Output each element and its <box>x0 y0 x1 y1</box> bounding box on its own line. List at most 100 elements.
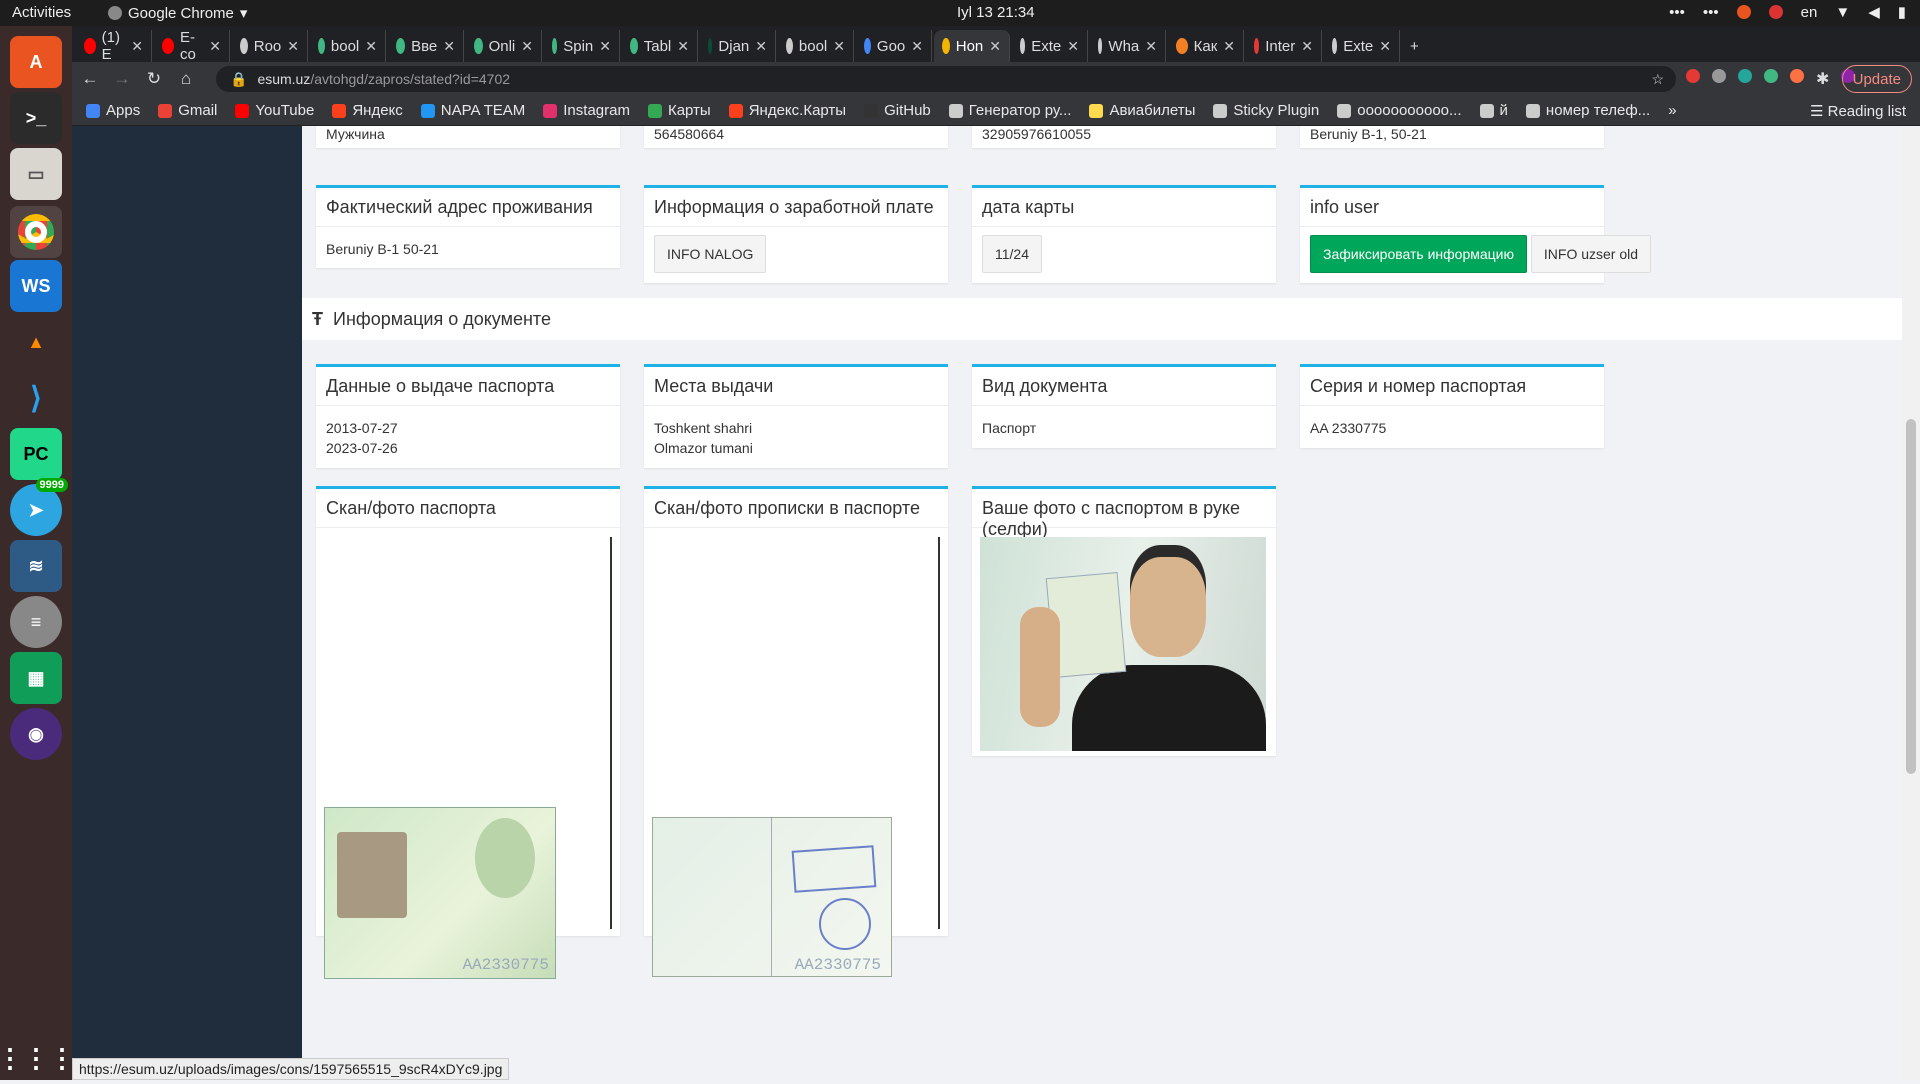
browser-tab[interactable]: Onli ✕ <box>466 30 542 62</box>
more-icon-2[interactable]: ••• <box>1703 4 1719 21</box>
software-center-icon[interactable]: A <box>10 36 62 88</box>
clock[interactable]: Iyl 13 21:34 <box>957 4 1035 21</box>
close-icon[interactable]: ✕ <box>1067 38 1079 55</box>
bookmark-item[interactable]: Генератор ру... <box>948 102 1071 119</box>
bookmark-item[interactable]: Instagram <box>543 102 630 119</box>
close-icon[interactable]: ✕ <box>1301 38 1313 55</box>
pycharm-icon[interactable]: PC <box>10 428 62 480</box>
propiska-scan-image[interactable]: AA2330775 <box>652 537 940 977</box>
wifi-icon[interactable]: ▼ <box>1835 4 1850 21</box>
close-icon[interactable]: ✕ <box>365 38 377 55</box>
fix-info-button[interactable]: Зафиксировать информацию <box>1310 235 1528 273</box>
telegram-icon[interactable]: ➤ 9999 <box>10 478 68 536</box>
close-icon[interactable]: ✕ <box>677 38 689 55</box>
bookmark-item[interactable]: номер телеф... <box>1525 102 1650 119</box>
browser-tab[interactable]: Exte ✕ <box>1324 30 1400 62</box>
reading-list-button[interactable]: ☰ Reading list <box>1810 102 1906 120</box>
page-scrollbar[interactable] <box>1902 126 1920 1080</box>
browser-tab[interactable]: E-co ✕ <box>154 29 230 63</box>
bookmark-item[interactable]: й <box>1479 102 1508 119</box>
language-indicator[interactable]: en <box>1801 4 1818 21</box>
extension-icon-c[interactable] <box>1790 69 1804 83</box>
browser-tab[interactable]: Tabl ✕ <box>622 30 698 62</box>
browser-tab[interactable]: bool ✕ <box>778 30 854 62</box>
update-button[interactable]: Update <box>1841 65 1912 93</box>
close-icon[interactable]: ✕ <box>989 38 1001 55</box>
extension-icon-b[interactable] <box>1738 69 1752 83</box>
app-menu[interactable]: Google Chrome ▾ <box>108 4 247 22</box>
bookmark-item[interactable]: Gmail <box>158 102 217 119</box>
close-icon[interactable]: ✕ <box>911 38 923 55</box>
bookmark-item[interactable]: Яндекс.Карты <box>728 102 846 119</box>
forward-icon[interactable]: → <box>108 65 136 93</box>
browser-tab[interactable]: (1) E ✕ <box>76 29 152 63</box>
show-apps-icon[interactable]: ⋮⋮⋮ <box>0 1032 75 1084</box>
more-icon[interactable]: ••• <box>1669 4 1685 21</box>
close-icon[interactable]: ✕ <box>599 38 611 55</box>
close-icon[interactable]: ✕ <box>131 38 143 55</box>
adblock-icon[interactable] <box>1686 69 1700 83</box>
star-icon[interactable]: ☆ <box>1651 71 1664 88</box>
home-icon[interactable]: ⌂ <box>172 65 200 93</box>
browser-tab[interactable]: Hon ✕ <box>934 30 1010 62</box>
database-icon[interactable]: ≡ <box>10 596 62 648</box>
close-icon[interactable]: ✕ <box>443 38 455 55</box>
bookmarks-overflow-icon[interactable]: » <box>1668 102 1676 119</box>
browser-tab[interactable]: Inter ✕ <box>1246 30 1322 62</box>
browser-tab[interactable]: Spin ✕ <box>544 30 620 62</box>
webstorm-icon[interactable]: WS <box>10 260 62 312</box>
bookmark-item[interactable]: GitHub <box>864 102 931 119</box>
extension-tray-icon[interactable] <box>1736 5 1751 19</box>
close-icon[interactable]: ✕ <box>755 38 767 55</box>
browser-tab[interactable]: Wha ✕ <box>1090 30 1166 62</box>
info-user-old-button[interactable]: INFO uzser old <box>1530 235 1652 273</box>
vlc-icon[interactable]: ▲ <box>10 316 62 368</box>
bookmark-item[interactable]: Sticky Plugin <box>1213 102 1319 119</box>
chrome-tray-icon[interactable] <box>1768 5 1783 19</box>
bookmark-item[interactable]: NAPA TEAM <box>420 102 525 119</box>
browser-tab[interactable]: Вве ✕ <box>388 30 464 62</box>
close-icon[interactable]: ✕ <box>1379 38 1391 55</box>
files-icon[interactable]: ▭ <box>10 148 62 200</box>
battery-icon[interactable]: ▮ <box>1898 3 1906 21</box>
browser-tab[interactable]: Djan ✕ <box>700 30 776 62</box>
browser-tab[interactable]: Как ✕ <box>1168 30 1244 62</box>
bookmark-item[interactable]: YouTube <box>235 102 314 119</box>
vscode-icon[interactable]: ⟩ <box>10 372 62 424</box>
browser-tab[interactable]: bool ✕ <box>310 30 386 62</box>
omnibox[interactable]: 🔒 esum.uz/avtohgd/zapros/stated?id=4702 … <box>216 66 1676 92</box>
tor-browser-icon[interactable]: ◉ <box>10 708 62 760</box>
activities-button[interactable]: Activities <box>12 4 71 21</box>
spreadsheet-icon[interactable]: ▦ <box>10 652 62 704</box>
passport-scan-image[interactable]: AA2330775 <box>324 537 612 979</box>
close-icon[interactable]: ✕ <box>1223 38 1235 55</box>
new-tab-button[interactable]: + <box>1402 30 1427 62</box>
scrollbar-thumb[interactable] <box>1906 419 1916 774</box>
chrome-dock-icon[interactable] <box>10 206 62 258</box>
back-icon[interactable]: ← <box>76 65 104 93</box>
terminal-icon[interactable]: >_ <box>10 92 62 144</box>
reload-icon[interactable]: ↻ <box>140 65 168 93</box>
card-date-value[interactable]: 11/24 <box>982 235 1042 273</box>
bookmark-item[interactable]: ooooooooooo... <box>1337 102 1462 119</box>
extension-icon-a[interactable] <box>1712 69 1726 83</box>
browser-tab[interactable]: Exte ✕ <box>1012 30 1088 62</box>
bookmark-item[interactable]: Авиабилеты <box>1089 102 1195 119</box>
info-nalog-button[interactable]: INFO NALOG <box>654 235 767 273</box>
close-icon[interactable]: ✕ <box>1145 38 1157 55</box>
vue-devtools-icon[interactable] <box>1764 69 1778 83</box>
selfie-image[interactable] <box>980 537 1266 751</box>
close-icon[interactable]: ✕ <box>521 38 533 55</box>
close-icon[interactable]: ✕ <box>287 38 299 55</box>
bookmark-item[interactable]: Яндекс <box>332 102 403 119</box>
browser-tab[interactable]: Goo ✕ <box>856 30 932 62</box>
mysql-workbench-icon[interactable]: ≋ <box>10 540 62 592</box>
bookmark-item[interactable]: Карты <box>647 102 711 119</box>
volume-icon[interactable]: ◀ <box>1868 3 1880 21</box>
extensions-puzzle-icon[interactable]: ✱ <box>1816 69 1829 89</box>
close-icon[interactable]: ✕ <box>209 38 221 55</box>
browser-tab[interactable]: Roo ✕ <box>232 30 308 62</box>
card-passport-series: Серия и номер паспортая AA 2330775 <box>1300 364 1604 448</box>
close-icon[interactable]: ✕ <box>833 38 845 55</box>
bookmark-item[interactable]: Apps <box>86 102 140 119</box>
